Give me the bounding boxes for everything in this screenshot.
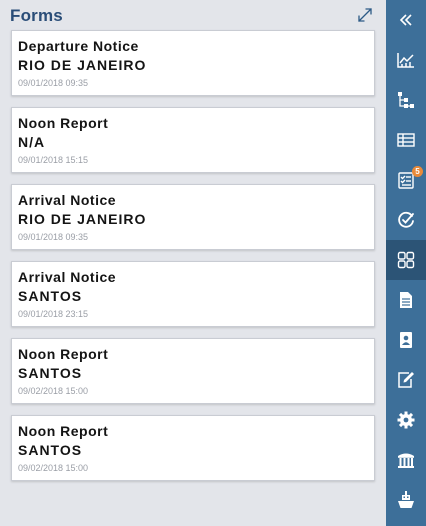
form-card[interactable]: Noon Report SANTOS 09/02/2018 15:00 [11, 415, 375, 481]
forms-panel: Forms Departure Notice RIO DE JANEIRO 09… [0, 0, 386, 526]
sidebar-item-hierarchy[interactable] [386, 80, 426, 120]
sidebar-item-chart[interactable] [386, 40, 426, 80]
right-sidebar: 5 [386, 0, 426, 526]
form-type: Arrival Notice [18, 269, 117, 285]
sidebar-item-forms[interactable] [386, 240, 426, 280]
hierarchy-tree-icon [396, 90, 416, 110]
form-location: SANTOS [18, 442, 83, 458]
sidebar-item-vessel[interactable] [386, 480, 426, 520]
forms-list: Departure Notice RIO DE JANEIRO 09/01/20… [11, 30, 375, 492]
panel-header: Forms [0, 0, 386, 30]
edit-note-icon [396, 370, 416, 390]
expand-arrows-icon[interactable] [356, 6, 374, 24]
sidebar-item-contacts[interactable] [386, 320, 426, 360]
gauge-check-icon [396, 210, 416, 230]
form-location: SANTOS [18, 365, 83, 381]
form-type: Arrival Notice [18, 192, 117, 208]
forms-grid-icon [396, 250, 416, 270]
collapse-double-chevron-icon [399, 13, 413, 27]
document-icon [396, 290, 416, 310]
sidebar-item-documents[interactable] [386, 280, 426, 320]
form-type: Noon Report [18, 423, 109, 439]
form-timestamp: 09/01/2018 09:35 [18, 232, 89, 242]
form-timestamp: 09/01/2018 09:35 [18, 78, 89, 88]
sidebar-item-checklist[interactable]: 5 [386, 160, 426, 200]
form-card[interactable]: Noon Report SANTOS 09/02/2018 15:00 [11, 338, 375, 404]
sidebar-item-table[interactable] [386, 120, 426, 160]
notification-badge: 5 [412, 166, 423, 177]
form-location: SANTOS [18, 288, 83, 304]
archive-icon [396, 450, 416, 470]
form-location: N/A [18, 134, 46, 150]
form-timestamp: 09/01/2018 23:15 [18, 309, 89, 319]
form-card[interactable]: Noon Report N/A 09/01/2018 15:15 [11, 107, 375, 173]
form-card[interactable]: Arrival Notice RIO DE JANEIRO 09/01/2018… [11, 184, 375, 250]
sidebar-item-performance[interactable] [386, 200, 426, 240]
contact-card-icon [396, 330, 416, 350]
form-timestamp: 09/02/2018 15:00 [18, 386, 89, 396]
sidebar-item-archive[interactable] [386, 440, 426, 480]
line-chart-icon [396, 50, 416, 70]
form-location: RIO DE JANEIRO [18, 57, 147, 73]
table-icon [396, 130, 416, 150]
form-type: Departure Notice [18, 38, 139, 54]
form-timestamp: 09/02/2018 15:00 [18, 463, 89, 473]
settings-gear-icon [396, 410, 416, 430]
panel-title: Forms [10, 6, 63, 25]
sidebar-collapse-button[interactable] [386, 0, 426, 40]
form-card[interactable]: Departure Notice RIO DE JANEIRO 09/01/20… [11, 30, 375, 96]
form-card[interactable]: Arrival Notice SANTOS 09/01/2018 23:15 [11, 261, 375, 327]
form-location: RIO DE JANEIRO [18, 211, 147, 227]
sidebar-item-settings[interactable] [386, 400, 426, 440]
form-type: Noon Report [18, 346, 109, 362]
ship-icon [396, 490, 416, 510]
form-timestamp: 09/01/2018 15:15 [18, 155, 89, 165]
sidebar-item-edit[interactable] [386, 360, 426, 400]
form-type: Noon Report [18, 115, 109, 131]
